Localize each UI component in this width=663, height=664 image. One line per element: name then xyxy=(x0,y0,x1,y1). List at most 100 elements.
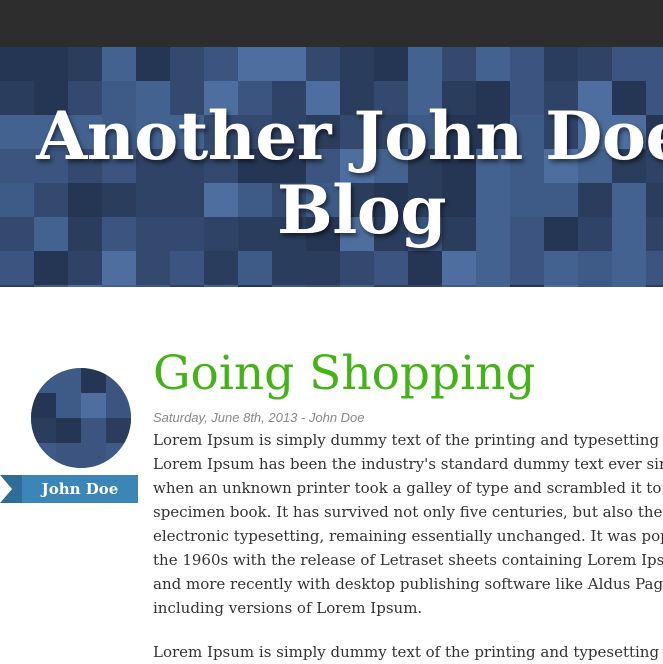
paragraph-line: when an unknown printer took a galley of… xyxy=(153,479,663,497)
mosaic-tile xyxy=(136,47,170,81)
author-name[interactable]: John Doe xyxy=(22,475,138,503)
mosaic-tile xyxy=(136,251,170,285)
mosaic-tile xyxy=(408,251,442,285)
mosaic-tile xyxy=(56,418,81,443)
mosaic-tile xyxy=(272,251,306,285)
mosaic-tile xyxy=(102,285,136,287)
avatar-mosaic-icon xyxy=(31,368,131,468)
paragraph-line: the 1960s with the release of Letraset s… xyxy=(153,551,663,569)
mosaic-tile xyxy=(646,285,663,287)
mosaic-tile xyxy=(612,285,646,287)
mosaic-tile xyxy=(31,418,56,443)
mosaic-tile xyxy=(0,47,34,81)
mosaic-tile xyxy=(56,368,81,393)
mosaic-tile xyxy=(0,285,34,287)
top-bar xyxy=(0,0,663,47)
mosaic-tile xyxy=(306,285,340,287)
paragraph-line: specimen book. It has survived not only … xyxy=(153,503,663,521)
mosaic-tile xyxy=(68,47,102,81)
mosaic-tile xyxy=(238,47,272,81)
mosaic-tile xyxy=(510,251,544,285)
mosaic-tile xyxy=(306,47,340,81)
mosaic-tile xyxy=(442,251,476,285)
mosaic-tile xyxy=(56,443,81,468)
mosaic-tile xyxy=(204,47,238,81)
mosaic-tile xyxy=(34,251,68,285)
mosaic-tile xyxy=(81,418,106,443)
mosaic-tile xyxy=(340,251,374,285)
mosaic-tile xyxy=(102,47,136,81)
mosaic-tile xyxy=(0,115,34,149)
mosaic-tile xyxy=(544,251,578,285)
mosaic-tile xyxy=(272,285,306,287)
author-ribbon[interactable]: John Doe xyxy=(0,475,138,503)
mosaic-tile xyxy=(170,251,204,285)
mosaic-tile xyxy=(68,285,102,287)
mosaic-tile xyxy=(340,47,374,81)
mosaic-tile xyxy=(34,47,68,81)
mosaic-tile xyxy=(238,251,272,285)
paragraph-line: Lorem Ipsum is simply dummy text of the … xyxy=(153,431,663,449)
mosaic-tile xyxy=(204,285,238,287)
mosaic-tile xyxy=(0,183,34,217)
mosaic-tile xyxy=(476,251,510,285)
mosaic-tile xyxy=(612,47,646,81)
mosaic-tile xyxy=(81,393,106,418)
mosaic-tile xyxy=(238,285,272,287)
post-meta: Saturday, June 8th, 2013 - John Doe xyxy=(153,410,365,425)
post-body: Lorem Ipsum is simply dummy text of the … xyxy=(153,428,663,620)
mosaic-tile xyxy=(106,418,131,443)
mosaic-tile xyxy=(510,47,544,81)
mosaic-tile xyxy=(374,251,408,285)
mosaic-tile xyxy=(102,251,136,285)
mosaic-tile xyxy=(442,285,476,287)
post-title[interactable]: Going Shopping xyxy=(153,345,536,403)
mosaic-tile xyxy=(374,47,408,81)
mosaic-tile xyxy=(136,285,170,287)
mosaic-tile xyxy=(646,251,663,285)
post-paragraph-2: Lorem Ipsum is simply dummy text of the … xyxy=(153,643,663,661)
mosaic-tile xyxy=(31,393,56,418)
post-paragraph: Lorem Ipsum is simply dummy text of the … xyxy=(153,428,663,620)
blog-title[interactable]: Another John Doe Blog xyxy=(30,99,663,247)
mosaic-tile xyxy=(374,285,408,287)
mosaic-tile xyxy=(476,285,510,287)
mosaic-tile xyxy=(612,251,646,285)
mosaic-tile xyxy=(204,251,238,285)
mosaic-tile xyxy=(578,285,612,287)
mosaic-tile xyxy=(81,368,106,393)
paragraph-line: electronic typesetting, remaining essent… xyxy=(153,527,663,545)
mosaic-tile xyxy=(81,443,106,468)
mosaic-tile xyxy=(442,47,476,81)
paragraph-line: including versions of Lorem Ipsum. xyxy=(153,599,423,617)
author-avatar[interactable] xyxy=(31,368,131,468)
mosaic-tile xyxy=(106,443,131,468)
mosaic-tile xyxy=(56,393,81,418)
header-banner: Another John Doe Blog xyxy=(0,47,663,287)
mosaic-tile xyxy=(306,251,340,285)
mosaic-tile xyxy=(0,149,34,183)
mosaic-tile xyxy=(106,368,131,393)
mosaic-tile xyxy=(578,47,612,81)
mosaic-tile xyxy=(31,368,56,393)
mosaic-tile xyxy=(408,47,442,81)
mosaic-tile xyxy=(544,285,578,287)
mosaic-tile xyxy=(106,393,131,418)
mosaic-tile xyxy=(34,285,68,287)
mosaic-tile xyxy=(340,285,374,287)
mosaic-tile xyxy=(476,47,510,81)
paragraph-line: Lorem Ipsum has been the industry's stan… xyxy=(153,455,663,473)
mosaic-tile xyxy=(646,47,663,81)
mosaic-tile xyxy=(170,285,204,287)
mosaic-tile xyxy=(68,251,102,285)
mosaic-tile xyxy=(0,217,34,251)
mosaic-tile xyxy=(510,285,544,287)
mosaic-tile xyxy=(578,251,612,285)
mosaic-tile xyxy=(272,47,306,81)
mosaic-tile xyxy=(408,285,442,287)
paragraph-line: and more recently with desktop publishin… xyxy=(153,575,663,593)
mosaic-tile xyxy=(544,47,578,81)
mosaic-tile xyxy=(170,47,204,81)
mosaic-tile xyxy=(0,251,34,285)
mosaic-tile xyxy=(0,81,34,115)
